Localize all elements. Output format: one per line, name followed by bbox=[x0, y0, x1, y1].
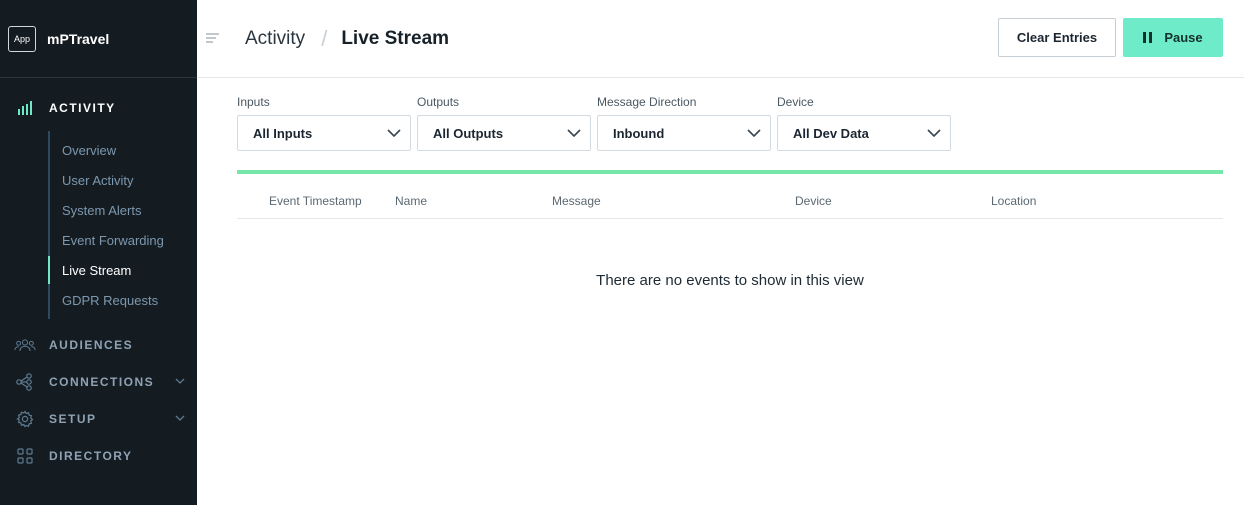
filter-outputs-label: Outputs bbox=[417, 95, 460, 109]
menu-toggle-icon[interactable] bbox=[205, 32, 221, 46]
page-title: Live Stream bbox=[341, 27, 450, 49]
sidebar-item-user-activity[interactable]: User Activity bbox=[50, 165, 197, 195]
filter-device: Device All Dev Data bbox=[777, 95, 951, 151]
column-message[interactable]: Message bbox=[552, 194, 601, 208]
inputs-select-value: All Inputs bbox=[253, 125, 313, 141]
activity-subnav: Overview User Activity System Alerts Eve… bbox=[48, 131, 197, 319]
chevron-down-icon bbox=[387, 129, 401, 138]
nav-setup-label: SETUP bbox=[49, 411, 97, 426]
outputs-select[interactable]: All Outputs bbox=[417, 115, 591, 151]
column-device[interactable]: Device bbox=[795, 194, 832, 208]
filter-inputs-label: Inputs bbox=[237, 95, 270, 109]
filter-outputs: Outputs All Outputs bbox=[417, 95, 591, 151]
sidebar: App mPTravel ACTIVITY Overview User Acti… bbox=[0, 0, 197, 505]
device-select-value: All Dev Data bbox=[793, 125, 869, 141]
chevron-down-icon bbox=[747, 129, 761, 138]
nav-audiences[interactable]: AUDIENCES bbox=[0, 326, 197, 363]
breadcrumb-separator: / bbox=[321, 25, 328, 51]
column-event-timestamp[interactable]: Event Timestamp bbox=[269, 194, 362, 208]
chevron-down-icon bbox=[927, 129, 941, 138]
filter-message-direction-label: Message Direction bbox=[597, 95, 697, 109]
gear-icon bbox=[14, 410, 36, 428]
outputs-select-value: All Outputs bbox=[433, 125, 504, 141]
sidebar-item-live-stream[interactable]: Live Stream bbox=[48, 255, 197, 285]
message-direction-select-value: Inbound bbox=[613, 125, 665, 141]
pause-button[interactable]: Pause bbox=[1123, 18, 1223, 57]
device-select[interactable]: All Dev Data bbox=[777, 115, 951, 151]
clear-entries-button[interactable]: Clear Entries bbox=[998, 18, 1116, 57]
column-name[interactable]: Name bbox=[395, 194, 427, 208]
nav-directory[interactable]: DIRECTORY bbox=[0, 437, 197, 474]
sidebar-item-event-forwarding[interactable]: Event Forwarding bbox=[50, 225, 197, 255]
filter-bar: Inputs All Inputs Outputs All Outputs Me… bbox=[237, 95, 951, 151]
sidebar-item-overview[interactable]: Overview bbox=[50, 135, 197, 165]
connections-icon bbox=[14, 372, 36, 391]
nav-setup[interactable]: SETUP bbox=[0, 400, 197, 437]
bar-chart-icon bbox=[14, 99, 36, 117]
stream-progress-fill bbox=[237, 170, 1223, 174]
stream-progress-bar bbox=[237, 170, 1223, 174]
filter-message-direction: Message Direction Inbound bbox=[597, 95, 771, 151]
chevron-down-icon bbox=[567, 129, 581, 138]
users-icon bbox=[14, 336, 36, 354]
breadcrumb-activity[interactable]: Activity bbox=[245, 28, 305, 50]
page-header: Activity / Live Stream Clear Entries Pau… bbox=[197, 0, 1244, 78]
column-location[interactable]: Location bbox=[991, 194, 1036, 208]
main-content: Activity / Live Stream Clear Entries Pau… bbox=[197, 0, 1244, 505]
filter-inputs: Inputs All Inputs bbox=[237, 95, 411, 151]
nav-connections-label: CONNECTIONS bbox=[49, 374, 155, 389]
nav-activity-label: ACTIVITY bbox=[49, 100, 116, 115]
app-root: App mPTravel ACTIVITY Overview User Acti… bbox=[0, 0, 1244, 505]
sidebar-item-system-alerts[interactable]: System Alerts bbox=[50, 195, 197, 225]
grid-icon bbox=[14, 447, 36, 465]
chevron-down-icon[interactable] bbox=[175, 413, 185, 423]
nav-activity[interactable]: ACTIVITY bbox=[0, 89, 197, 126]
message-direction-select[interactable]: Inbound bbox=[597, 115, 771, 151]
inputs-select[interactable]: All Inputs bbox=[237, 115, 411, 151]
pause-icon bbox=[1143, 32, 1153, 43]
nav-audiences-label: AUDIENCES bbox=[49, 337, 134, 352]
events-table-header: Event Timestamp Name Message Device Loca… bbox=[237, 182, 1223, 219]
nav-connections[interactable]: CONNECTIONS bbox=[0, 363, 197, 400]
chevron-down-icon[interactable] bbox=[175, 376, 185, 386]
brand[interactable]: App mPTravel bbox=[0, 0, 197, 78]
pause-label: Pause bbox=[1164, 30, 1203, 45]
workspace-name: mPTravel bbox=[47, 30, 110, 47]
app-logo: App bbox=[8, 25, 36, 52]
nav-directory-label: DIRECTORY bbox=[49, 448, 133, 463]
filter-device-label: Device bbox=[777, 95, 814, 109]
sidebar-item-gdpr-requests[interactable]: GDPR Requests bbox=[50, 285, 197, 315]
empty-state-message: There are no events to show in this view bbox=[596, 272, 864, 289]
